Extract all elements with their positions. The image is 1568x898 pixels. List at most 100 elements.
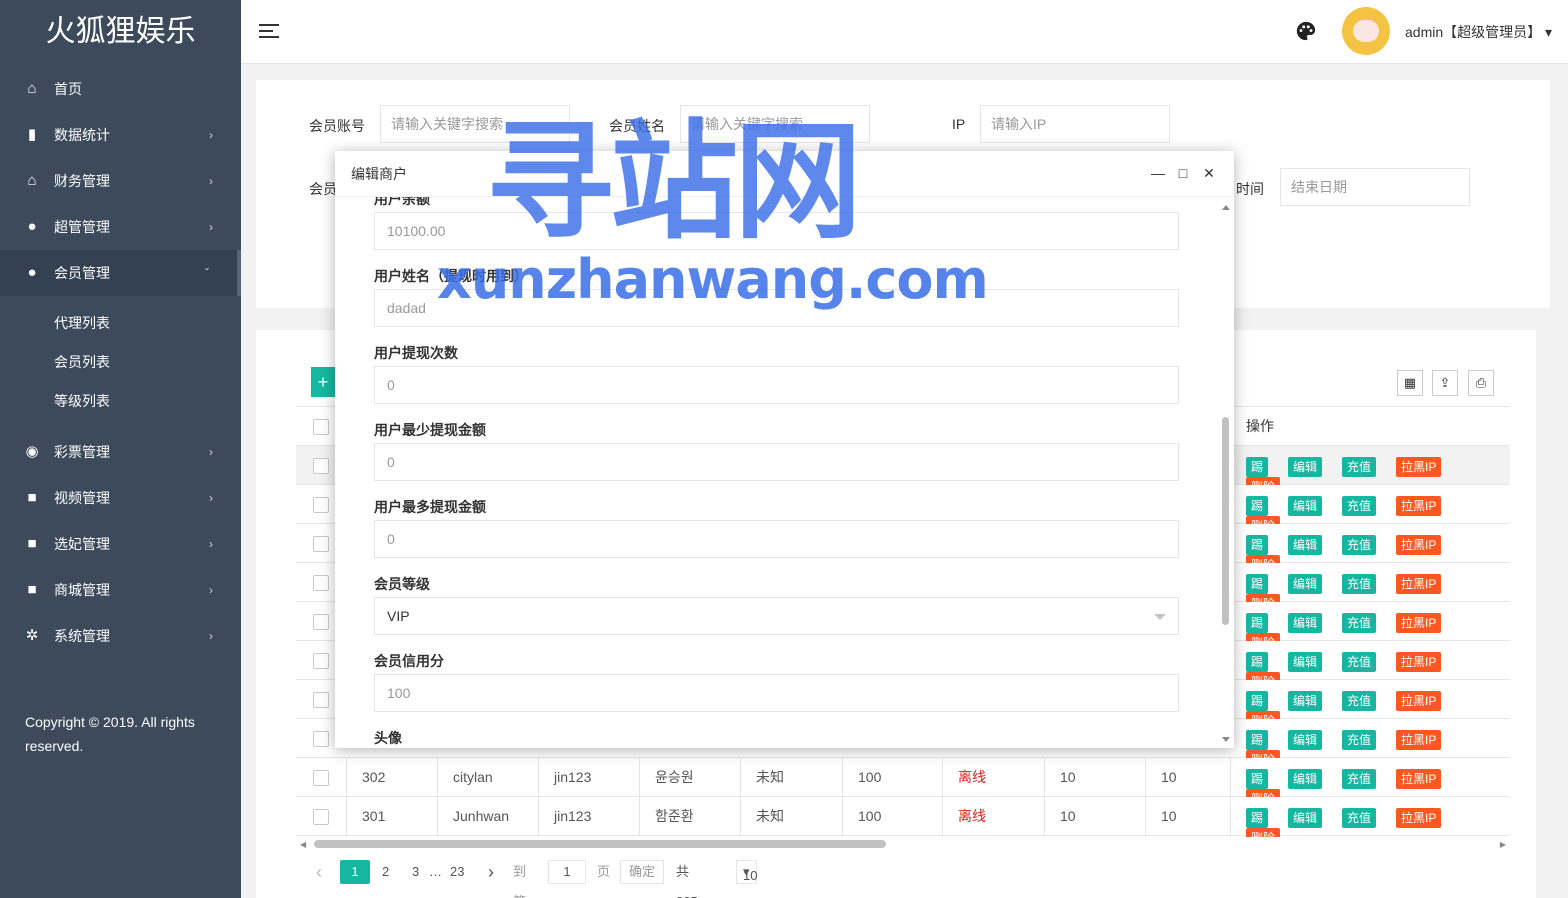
goto-confirm-button[interactable]: 确定 [620,860,664,884]
select-all-checkbox[interactable] [313,419,329,435]
row-checkbox[interactable] [313,653,329,669]
avatar[interactable] [1342,7,1390,55]
scroll-left-icon[interactable]: ◀ [300,840,306,849]
row-action-button[interactable]: 拉黑IP [1396,457,1442,477]
member-level-select[interactable]: VIP [374,597,1179,635]
sidebar-item-lottery[interactable]: ◉ 彩票管理 › [0,429,241,475]
row-action-button[interactable]: 踢 [1246,691,1269,711]
scroll-up-icon[interactable] [1222,205,1230,210]
page-2[interactable]: 2 [382,857,389,887]
row-checkbox[interactable] [313,536,329,552]
row-action-button[interactable]: 踢 [1246,769,1269,789]
row-checkbox[interactable] [313,809,329,825]
row-checkbox[interactable] [313,575,329,591]
row-action-button[interactable]: 充值 [1342,496,1377,516]
row-checkbox[interactable] [313,497,329,513]
minimize-icon[interactable]: — [1149,164,1167,182]
maximize-icon[interactable]: □ [1174,164,1192,182]
row-action-button[interactable]: 踢 [1246,574,1269,594]
row-action-button[interactable]: 踢 [1246,613,1269,633]
sidebar-item-system[interactable]: ✲ 系统管理 › [0,613,241,659]
page-current[interactable]: 1 [340,860,370,884]
row-action-button[interactable]: 充值 [1342,808,1377,828]
sidebar-item-selection[interactable]: ■ 选妃管理 › [0,521,241,567]
goto-page-input[interactable]: 1 [548,860,586,884]
row-action-button[interactable]: 编辑 [1288,769,1323,789]
horizontal-scrollbar[interactable]: ◀ ▶ [296,837,1510,851]
palette-icon[interactable] [1295,20,1317,42]
dialog-scrollbar[interactable] [1219,197,1234,748]
row-action-button[interactable]: 充值 [1342,535,1377,555]
row-action-button[interactable]: 充值 [1342,613,1377,633]
row-action-button[interactable]: 拉黑IP [1396,691,1442,711]
max-withdraw-input[interactable]: 0 [374,520,1179,558]
scroll-right-icon[interactable]: ▶ [1500,840,1506,849]
row-action-button[interactable]: 编辑 [1288,808,1323,828]
row-action-button[interactable]: 充值 [1342,691,1377,711]
row-action-button[interactable]: 拉黑IP [1396,808,1442,828]
row-action-button[interactable]: 踢 [1246,457,1269,477]
sidebar-item-shop[interactable]: ■ 商城管理 › [0,567,241,613]
row-action-button[interactable]: 踢 [1246,496,1269,516]
sidebar-item-home[interactable]: ⌂ 首页 [0,66,241,112]
page-3[interactable]: 3 [412,857,419,887]
row-action-button[interactable]: 编辑 [1288,457,1323,477]
sidebar-item-finance[interactable]: ⌂ 财务管理 › [0,158,241,204]
row-action-button[interactable]: 充值 [1342,652,1377,672]
add-button[interactable]: + [311,367,335,397]
menu-toggle-icon[interactable] [259,24,279,40]
end-date-input[interactable]: 结束日期 [1280,168,1470,206]
row-checkbox[interactable] [313,458,329,474]
row-action-button[interactable]: 编辑 [1288,613,1323,633]
sidebar-subitem-agents[interactable]: 代理列表 [0,304,241,343]
sidebar-item-admin[interactable]: ● 超管管理 › [0,204,241,250]
scroll-down-icon[interactable] [1222,737,1230,742]
min-withdraw-input[interactable]: 0 [374,443,1179,481]
row-action-button[interactable]: 拉黑IP [1396,496,1442,516]
ip-search-input[interactable]: 请输入IP [980,105,1170,143]
dialog-scroll-thumb[interactable] [1222,417,1229,625]
row-action-button[interactable]: 踢 [1246,730,1269,750]
row-action-button[interactable]: 充值 [1342,730,1377,750]
row-action-button[interactable]: 踢 [1246,652,1269,672]
row-action-button[interactable]: 编辑 [1288,535,1323,555]
row-action-button[interactable]: 编辑 [1288,652,1323,672]
sidebar-item-video[interactable]: ■ 视频管理 › [0,475,241,521]
prev-page-icon[interactable]: ‹ [316,857,322,887]
export-icon[interactable]: ⇪ [1432,370,1458,396]
row-checkbox[interactable] [313,731,329,747]
account-search-input[interactable]: 请输入关键字搜索 [380,105,570,143]
row-action-button[interactable]: 编辑 [1288,730,1323,750]
row-action-button[interactable]: 踢 [1246,808,1269,828]
row-checkbox[interactable] [313,614,329,630]
sidebar-subitem-members[interactable]: 会员列表 [0,343,241,382]
row-checkbox[interactable] [313,770,329,786]
table-row[interactable]: 302 citylan jin123 윤승원 未知 100 离线 10 10 踢编辑充值拉黑IP删… [296,758,1510,809]
sidebar-item-stats[interactable]: ▮ 数据统计 › [0,112,241,158]
row-action-button[interactable]: 编辑 [1288,691,1323,711]
print-icon[interactable]: ⎙ [1468,370,1494,396]
credit-score-input[interactable]: 100 [374,674,1179,712]
scroll-thumb[interactable] [314,840,886,848]
row-action-button[interactable]: 充值 [1342,769,1377,789]
row-action-button[interactable]: 编辑 [1288,496,1323,516]
close-icon[interactable]: ✕ [1200,164,1218,182]
row-action-button[interactable]: 拉黑IP [1396,769,1442,789]
row-action-button[interactable]: 拉黑IP [1396,652,1442,672]
row-action-button[interactable]: 拉黑IP [1396,574,1442,594]
balance-input[interactable]: 10100.00 [374,212,1179,250]
row-action-button[interactable]: 踢 [1246,535,1269,555]
row-action-button[interactable]: 拉黑IP [1396,730,1442,750]
withdraw-count-input[interactable]: 0 [374,366,1179,404]
page-size-select[interactable]: 10 条/页 ▾ [736,860,757,884]
next-page-icon[interactable]: › [488,857,494,887]
columns-icon[interactable]: ▦ [1397,370,1423,396]
row-action-button[interactable]: 充值 [1342,574,1377,594]
name-search-input[interactable]: 请输入关键字搜索 [680,105,870,143]
row-action-button[interactable]: 拉黑IP [1396,613,1442,633]
real-name-input[interactable]: dadad [374,289,1179,327]
page-last[interactable]: 23 [450,857,464,887]
table-row[interactable]: 301 Junhwan jin123 함준환 未知 100 离线 10 10 踢编辑充值拉黑IP删… [296,797,1510,848]
user-menu[interactable]: admin【超级管理员】 ▾ [1405,22,1552,42]
row-action-button[interactable]: 编辑 [1288,574,1323,594]
